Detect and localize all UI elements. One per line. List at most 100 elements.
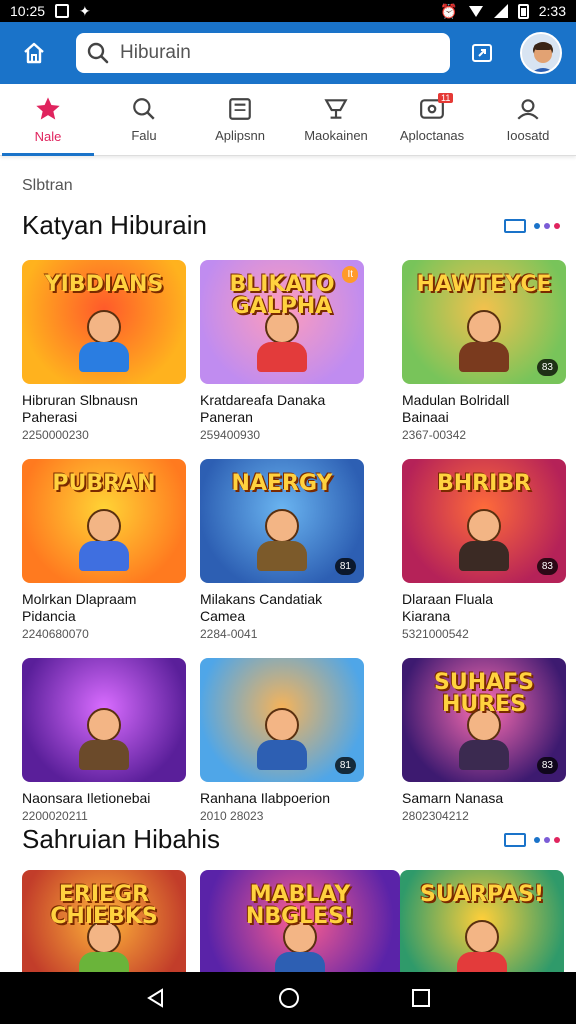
thumbnail-title: YIBDIANS [44,272,164,297]
card-thumbnail[interactable]: BLIKATO GALPHA It [200,260,364,384]
thumbnail-title: BLIKATO GALPHA [229,272,335,319]
cell-signal-icon [493,4,508,18]
card-thumbnail[interactable]: YIBDIANS [22,260,186,384]
card-meta: 2284-0041 [200,627,258,641]
thumbnail-title: SUHAFS HURES [433,670,535,717]
section-title: Katyan Hiburain [22,210,207,240]
card-meta: 5321000542 [402,627,469,641]
tab-falu[interactable]: Falu [96,84,192,155]
game-card[interactable]: BLIKATO GALPHA It Kratdareafa Danaka Panera… [200,260,364,442]
card-title: Ranhana Ilabpoerion [200,790,330,806]
card-thumbnail[interactable]: SUARPAS! [400,870,564,972]
category-tabs: Nale Falu Aplipsnn Maokainen 11 Aploctan… [0,84,576,156]
section-header: Sahruian Hibahis [22,824,560,855]
status-time: 10:25 [10,3,46,19]
game-card[interactable]: BHRIBR 83 Dlaraan Fluala Kiarana 5321000542 [402,459,566,641]
more-options-icon[interactable] [534,222,560,229]
view-all-icon[interactable] [504,218,526,233]
card-subtitle: Kiarana [402,608,451,624]
system-nav-bar [0,972,576,1024]
battery-icon [517,3,529,19]
card-title: Naonsara Iletionebai [22,790,151,806]
search-input[interactable] [120,42,420,64]
card-subtitle: Paneran [200,409,253,425]
tab-ioosatd[interactable]: Ioosatd [480,84,576,155]
star-icon [36,97,60,120]
game-card[interactable]: HAWTEYCE 83 Madulan Bolridall Bainaai 2367-0… [402,260,566,442]
tab-nale[interactable]: Nale [0,84,96,156]
home-button[interactable] [14,33,54,73]
card-title: Kratdareafa Danaka [200,392,326,408]
card-meta: 2240680070 [22,627,89,641]
character-illustration [454,920,510,972]
card-thumbnail[interactable]: MABLAY NBGLES! [200,870,400,972]
tab-label: Ioosatd [506,128,550,143]
search-box[interactable] [76,33,450,73]
cup-icon [324,99,348,119]
game-card[interactable]: YIBDIANS Hibruran Slbnausn Paherasi 2250000… [22,260,186,442]
character-illustration [456,708,512,772]
thumbnail-title: SUARPAS! [419,882,544,907]
home-circle-icon[interactable] [277,986,301,1010]
game-card[interactable]: SUHAFS HURES 83 Samarn Nanasa 2802304212 [402,658,566,823]
game-card[interactable]: 81 Ranhana Ilabpoerion 2010 28023 [200,658,364,823]
view-all-icon[interactable] [504,832,526,847]
alarm-icon: ⏰ [440,2,458,19]
card-thumbnail[interactable]: BHRIBR 83 [402,459,566,583]
game-card[interactable]: ERIEGR CHIEBKS [22,870,186,972]
home-icon [24,42,44,64]
card-meta: 2802304212 [402,809,469,823]
search-icon [133,98,155,120]
card-meta: 259400930 [200,428,261,442]
thumbnail-title: BHRIBR [436,471,531,496]
share-button[interactable] [468,39,496,67]
card-subtitle: Paherasi [22,409,78,425]
card-thumbnail[interactable]: PUBRAN [22,459,186,583]
thumbnail-title: ERIEGR CHIEBKS [50,882,158,929]
card-badge: 83 [536,757,558,774]
tab-label: Maokainen [304,128,368,143]
card-meta: 2250000230 [22,428,89,442]
card-thumbnail[interactable]: SUHAFS HURES 83 [402,658,566,782]
tab-aplipsnn[interactable]: Aplipsnn [192,84,288,155]
notification-badge: 11 [438,93,454,103]
game-card[interactable]: SUARPAS! [400,870,564,972]
game-card[interactable]: MABLAY NBGLES! [200,870,400,972]
app-bar [0,22,576,84]
person-icon [517,99,539,120]
thumbnail-title: NAERGY [231,471,333,496]
more-options-icon[interactable] [534,836,560,843]
search-icon [87,42,109,64]
card-badge: 81 [334,757,356,774]
section-actions [504,832,560,847]
content-grid: YIBDIANS Hibruran Slbnausn Paherasi 2250000… [22,260,566,823]
card-thumbnail[interactable]: 81 [200,658,364,782]
card-thumbnail[interactable]: NAERGY 81 [200,459,364,583]
tab-label: Falu [131,128,157,143]
user-avatar-icon [522,34,560,72]
game-card[interactable]: Naonsara Iletionebai 2200020211 [22,658,186,823]
bird-notification-icon: ✦ [79,2,91,19]
tab-aploctanas[interactable]: 11 Aploctanas [384,84,480,155]
card-thumbnail[interactable] [22,658,186,782]
card-badge: 81 [334,558,356,575]
back-icon[interactable] [145,987,167,1009]
character-illustration [254,708,310,772]
card-title: Molrkan Dlapraam [22,591,137,607]
character-illustration [254,310,310,374]
card-thumbnail[interactable]: ERIEGR CHIEBKS [22,870,186,972]
character-illustration [254,509,310,573]
game-card[interactable]: PUBRAN Molrkan Dlapraam Pidancia 2240680070 [22,459,186,641]
character-illustration [76,708,132,772]
tab-maokainen[interactable]: Maokainen [288,84,384,155]
character-illustration [76,310,132,374]
card-thumbnail[interactable]: HAWTEYCE 83 [402,260,566,384]
recents-icon[interactable] [411,988,431,1008]
character-illustration [76,509,132,573]
avatar[interactable] [520,32,562,74]
status-bar: 10:25 ✦ ⏰ 2:33 [0,0,576,22]
content-grid: ERIEGR CHIEBKS MABLAY NBGLES! SUARPAS! [22,870,564,972]
character-illustration [456,310,512,374]
game-card[interactable]: NAERGY 81 Milakans Candatiak Camea 2284-0041 [200,459,364,641]
thumbnail-title: MABLAY NBGLES! [245,882,355,929]
